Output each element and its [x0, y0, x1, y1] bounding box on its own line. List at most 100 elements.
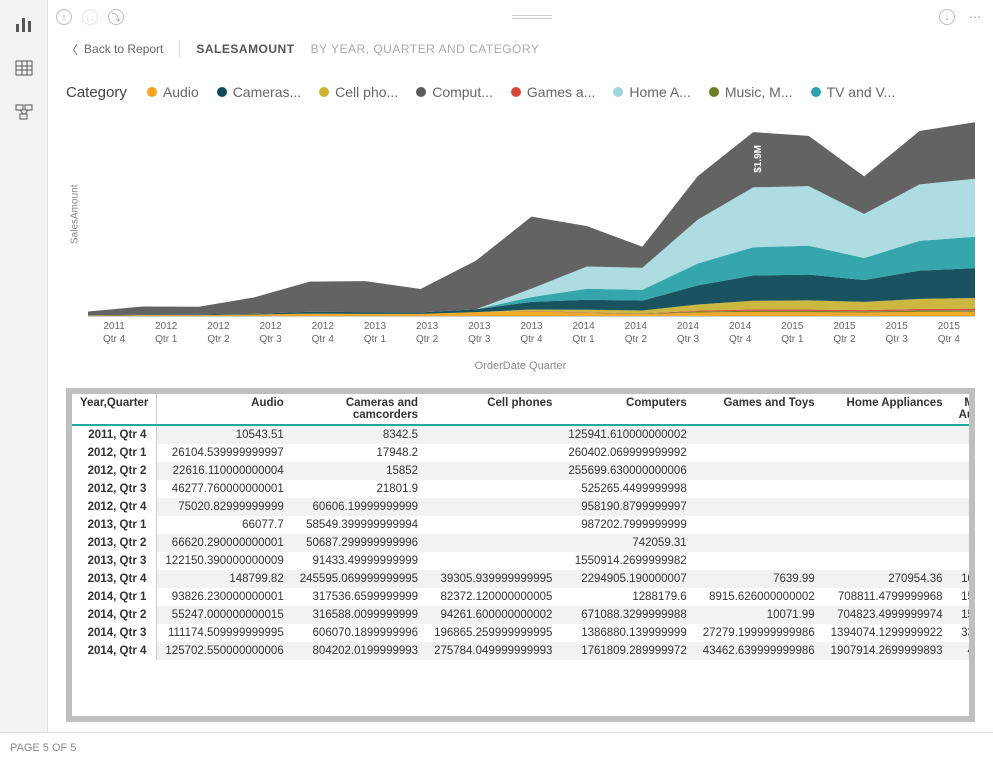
y-axis-label: SalesAmount: [66, 112, 84, 317]
drill-up-icon[interactable]: ↑: [56, 9, 72, 25]
row-label: 2012, Qtr 1: [72, 444, 157, 462]
cell-value: 75020.82999999999: [157, 498, 292, 516]
model-view-icon[interactable]: [10, 98, 38, 126]
row-label: 2012, Qtr 4: [72, 498, 157, 516]
cell-value: [695, 444, 823, 462]
crumb-groupby: BY YEAR, QUARTER AND CATEGORY: [311, 42, 540, 56]
cell-value: 260402.069999999992: [560, 444, 694, 462]
table-header-row: Year,QuarterAudioCameras andcamcordersCe…: [72, 394, 969, 425]
back-label: Back to Report: [84, 42, 163, 56]
drag-grip-icon[interactable]: [134, 15, 929, 19]
table-row[interactable]: 2012, Qtr 475020.8299999999960606.199999…: [72, 498, 969, 516]
legend-label: Comput...: [432, 84, 493, 100]
table-row[interactable]: 2013, Qtr 3122150.39000000000991433.4999…: [72, 552, 969, 570]
table-row[interactable]: 2012, Qtr 126104.53999999999717948.22604…: [72, 444, 969, 462]
ribbon-chart[interactable]: SalesAmount $2.3M$1.9M 2011Qtr 42012Qtr …: [66, 112, 975, 372]
cell-value: 255699.630000000006: [560, 462, 694, 480]
legend-item[interactable]: Comput...: [416, 84, 493, 100]
data-view-icon[interactable]: [10, 54, 38, 82]
cell-value: [951, 425, 969, 444]
cell-value: 2294905.190000007: [560, 570, 694, 588]
report-view-icon[interactable]: [10, 10, 38, 38]
data-table: Year,QuarterAudioCameras andcamcordersCe…: [72, 394, 969, 660]
table-row[interactable]: 2012, Qtr 346277.76000000000121801.95252…: [72, 480, 969, 498]
column-header[interactable]: Cameras andcamcorders: [292, 394, 426, 425]
legend-item[interactable]: Home A...: [613, 84, 690, 100]
cell-value: 10543.51: [157, 425, 292, 444]
table-row[interactable]: 2013, Qtr 266620.29000000000150687.29999…: [72, 534, 969, 552]
table-row[interactable]: 2014, Qtr 4125702.550000000006804202.019…: [72, 642, 969, 660]
expand-next-level-icon[interactable]: ⤵: [108, 9, 124, 25]
cell-value: 15: [951, 606, 969, 624]
legend-item[interactable]: Audio: [147, 84, 199, 100]
column-header[interactable]: Cell phones: [426, 394, 560, 425]
cell-value: 21801.9: [292, 480, 426, 498]
cell-value: [951, 498, 969, 516]
cell-value: 26104.539999999997: [157, 444, 292, 462]
legend-item[interactable]: Games a...: [511, 84, 595, 100]
row-label: 2014, Qtr 4: [72, 642, 157, 660]
x-axis: 2011Qtr 42012Qtr 12012Qtr 22012Qtr 32012…: [88, 320, 975, 354]
row-label: 2013, Qtr 4: [72, 570, 157, 588]
cell-value: 1550914.2699999982: [560, 552, 694, 570]
table-row[interactable]: 2014, Qtr 193826.230000000001317536.6599…: [72, 588, 969, 606]
chart-plot-area[interactable]: $2.3M$1.9M: [88, 112, 975, 317]
cell-value: [426, 552, 560, 570]
drill-toggle-icon[interactable]: ↓: [939, 9, 955, 25]
cell-value: 33: [951, 624, 969, 642]
cell-value: 148799.82: [157, 570, 292, 588]
legend-swatch-icon: [511, 87, 521, 97]
cell-value: 15: [951, 588, 969, 606]
table-scroll[interactable]: Year,QuarterAudioCameras andcamcordersCe…: [72, 394, 969, 716]
column-header[interactable]: MAu: [951, 394, 969, 425]
legend-swatch-icon: [319, 87, 329, 97]
cell-value: [426, 534, 560, 552]
table-row[interactable]: 2014, Qtr 3111174.509999999995606070.189…: [72, 624, 969, 642]
legend-swatch-icon: [217, 87, 227, 97]
column-header[interactable]: Computers: [560, 394, 694, 425]
x-tick: 2014Qtr 3: [662, 320, 714, 354]
x-tick: 2015Qtr 1: [766, 320, 818, 354]
cell-value: [951, 552, 969, 570]
visual-canvas: ↑ ↓↓ ⤵ ↓ ⋯ 〈 Back to Report SALESAMOUNT …: [48, 0, 993, 732]
chart-legend: Category AudioCameras...Cell pho...Compu…: [66, 78, 975, 106]
row-label: 2014, Qtr 1: [72, 588, 157, 606]
cell-value: 1394074.1299999922: [823, 624, 951, 642]
row-label: 2014, Qtr 3: [72, 624, 157, 642]
cell-value: [823, 480, 951, 498]
legend-item[interactable]: TV and V...: [811, 84, 896, 100]
cell-value: 10071.99: [695, 606, 823, 624]
cell-value: 46277.760000000001: [157, 480, 292, 498]
back-to-report-button[interactable]: 〈 Back to Report: [66, 41, 163, 58]
column-header[interactable]: Games and Toys: [695, 394, 823, 425]
cell-value: 606070.1899999996: [292, 624, 426, 642]
column-header[interactable]: Home Appliances: [823, 394, 951, 425]
x-tick: 2014Qtr 2: [610, 320, 662, 354]
table-row[interactable]: 2013, Qtr 4148799.82245595.0699999999953…: [72, 570, 969, 588]
drill-down-icon[interactable]: ↓↓: [82, 9, 98, 25]
legend-label: Home A...: [629, 84, 690, 100]
x-tick: 2012Qtr 2: [192, 320, 244, 354]
x-tick: 2013Qtr 4: [505, 320, 557, 354]
column-header[interactable]: Audio: [157, 394, 292, 425]
legend-item[interactable]: Cameras...: [217, 84, 301, 100]
cell-value: 804202.0199999993: [292, 642, 426, 660]
legend-label: Music, M...: [725, 84, 793, 100]
row-label: 2013, Qtr 2: [72, 534, 157, 552]
legend-item[interactable]: Music, M...: [709, 84, 793, 100]
legend-item[interactable]: Cell pho...: [319, 84, 398, 100]
cell-value: 60606.19999999999: [292, 498, 426, 516]
column-header[interactable]: Year,Quarter: [72, 394, 157, 425]
cell-value: 66077.7: [157, 516, 292, 534]
chevron-left-icon: 〈: [66, 41, 78, 58]
table-row[interactable]: 2011, Qtr 410543.518342.5125941.61000000…: [72, 425, 969, 444]
table-row[interactable]: 2013, Qtr 166077.758549.3999999999949872…: [72, 516, 969, 534]
x-tick: 2013Qtr 3: [453, 320, 505, 354]
more-options-icon[interactable]: ⋯: [965, 10, 985, 24]
row-label: 2013, Qtr 1: [72, 516, 157, 534]
table-row[interactable]: 2014, Qtr 255247.000000000015316588.0099…: [72, 606, 969, 624]
cell-value: [695, 516, 823, 534]
cell-value: 91433.49999999999: [292, 552, 426, 570]
table-row[interactable]: 2012, Qtr 222616.11000000000415852255699…: [72, 462, 969, 480]
cell-value: 50687.299999999996: [292, 534, 426, 552]
